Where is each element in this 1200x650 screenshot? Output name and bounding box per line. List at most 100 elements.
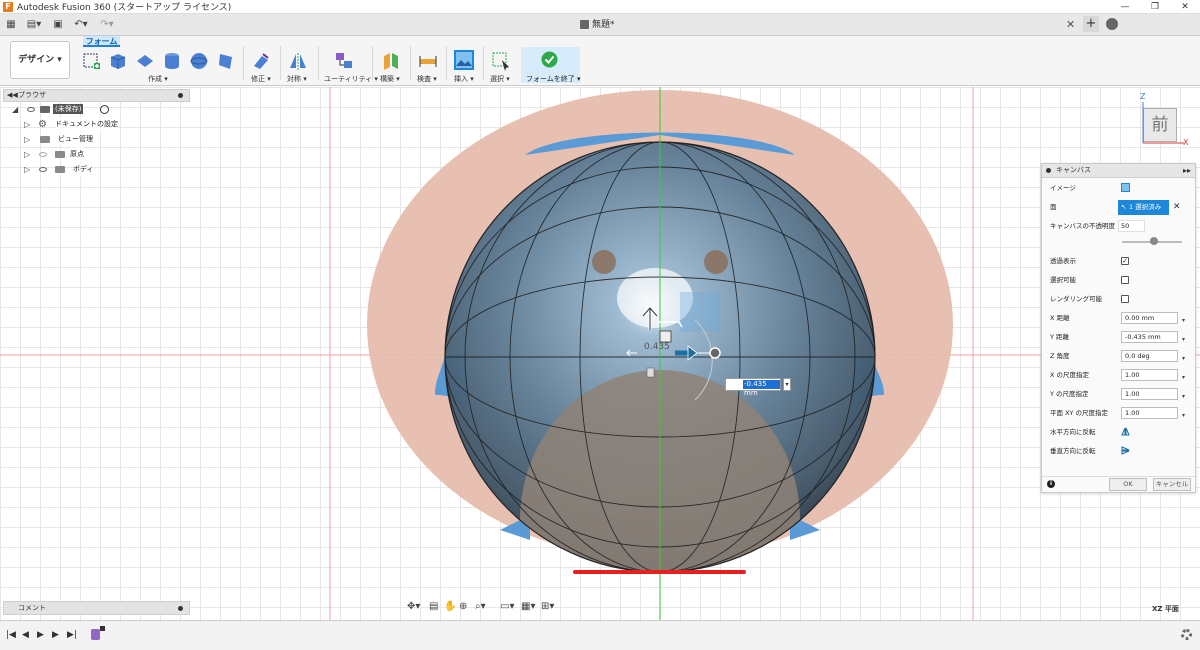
sphere-icon[interactable] xyxy=(189,51,209,71)
gear-icon[interactable] xyxy=(1181,629,1192,640)
create-group-label[interactable]: 作成 ▾ xyxy=(148,74,168,84)
pin-icon[interactable] xyxy=(1046,168,1051,173)
utility-group-label[interactable]: ユーティリティ ▾ xyxy=(324,74,378,84)
quadball-icon[interactable] xyxy=(216,51,236,71)
grid-icon[interactable]: ▦ xyxy=(5,18,17,32)
save-icon[interactable]: ▣ xyxy=(52,18,64,32)
pin-icon[interactable] xyxy=(178,606,183,611)
opacity-slider-thumb[interactable] xyxy=(1150,237,1158,245)
expand-icon[interactable]: ◢ xyxy=(12,102,18,117)
construct-group-label[interactable]: 構築 ▾ xyxy=(380,74,400,84)
play-button[interactable]: ▶ xyxy=(37,630,44,640)
expand-icon[interactable]: ▷ xyxy=(24,162,30,177)
maximize-button[interactable]: ❐ xyxy=(1140,0,1170,14)
window-title: Autodesk Fusion 360 (スタートアップ ライセンス) xyxy=(17,3,232,13)
fit-icon[interactable]: ⌕▾ xyxy=(475,601,486,612)
see-through-checkbox[interactable]: ✓ xyxy=(1121,257,1129,265)
canvas-dialog-header[interactable]: キャンバス ▸▸ xyxy=(1042,164,1195,178)
close-window-button[interactable]: ✕ xyxy=(1170,0,1200,14)
mirror-icon[interactable] xyxy=(288,51,308,71)
close-tab-button[interactable]: ✕ xyxy=(1066,18,1075,31)
pan-icon[interactable]: ✋ xyxy=(444,601,456,612)
edit-form-icon[interactable] xyxy=(251,51,271,71)
opacity-input[interactable]: 50 xyxy=(1118,220,1145,232)
clear-selection-button[interactable]: ✕ xyxy=(1173,198,1181,216)
dimension-input[interactable]: -0.435 mm xyxy=(725,378,781,397)
image-icon[interactable] xyxy=(1121,183,1130,192)
root-label[interactable]: (未保存) xyxy=(53,104,84,114)
document-tab[interactable]: 無題* xyxy=(560,17,1080,34)
insert-group-label[interactable]: 挿入 ▾ xyxy=(454,74,474,84)
measure-icon[interactable] xyxy=(418,51,438,71)
box-icon[interactable] xyxy=(108,51,128,71)
insert-canvas-icon[interactable] xyxy=(453,49,475,71)
redo-icon[interactable]: ↷▾ xyxy=(98,18,116,32)
face-selection[interactable]: ↖ 1 選択済み xyxy=(1118,200,1169,215)
zoom-icon[interactable]: ⊕ xyxy=(459,601,467,612)
workspace-switcher[interactable]: デザイン ▾ xyxy=(10,41,70,79)
modify-group-label[interactable]: 修正 ▾ xyxy=(251,74,271,84)
browser-item-document-settings[interactable]: ▷ ⚙ ドキュメントの設定 xyxy=(3,117,190,132)
visibility-icon[interactable] xyxy=(27,107,35,112)
symmetry-group-label[interactable]: 対称 ▾ xyxy=(287,74,307,84)
flip-vertical-icon[interactable] xyxy=(1121,446,1130,455)
dimension-dropdown[interactable]: ▾ xyxy=(783,378,791,391)
cancel-button[interactable]: キャンセル xyxy=(1153,478,1191,491)
last-frame-button[interactable]: ▶| xyxy=(67,630,77,640)
viewports-icon[interactable]: ⊞▾ xyxy=(541,601,554,612)
expand-icon[interactable]: ▷ xyxy=(24,147,30,162)
job-status-icon[interactable] xyxy=(1106,18,1118,30)
select-group-label[interactable]: 選択 ▾ xyxy=(490,74,510,84)
browser-item-bodies[interactable]: ▷ ボディ xyxy=(3,162,190,177)
tab-form[interactable]: フォーム xyxy=(83,36,120,47)
construct-icon[interactable] xyxy=(381,51,401,71)
previous-step-button[interactable]: ◀ xyxy=(22,630,29,640)
expand-icon[interactable]: ▷ xyxy=(24,117,30,132)
pin-icon[interactable] xyxy=(178,93,183,98)
grid-settings-icon[interactable]: ▦▾ xyxy=(521,601,535,612)
x-scale-input[interactable]: 1.00 xyxy=(1121,369,1178,381)
browser-header[interactable]: ◀◀ ブラウザ xyxy=(3,89,190,102)
undo-icon[interactable]: ↶▾ xyxy=(72,18,90,32)
form-feature-marker[interactable] xyxy=(91,629,100,640)
browser-item-origin[interactable]: ▷ 原点 xyxy=(3,147,190,162)
x-distance-input[interactable]: 0.00 mm xyxy=(1121,312,1178,324)
comment-panel[interactable]: コメント xyxy=(3,601,190,615)
info-icon[interactable]: i xyxy=(1047,480,1055,488)
visibility-icon[interactable] xyxy=(39,167,47,172)
first-frame-button[interactable]: |◀ xyxy=(6,630,16,640)
browser-item-named-views[interactable]: ▷ ビュー管理 xyxy=(3,132,190,147)
flip-horizontal-icon[interactable] xyxy=(1121,427,1130,436)
browser-root[interactable]: ◢ (未保存) xyxy=(3,102,190,117)
y-distance-input[interactable]: -0.435 mm xyxy=(1121,331,1178,343)
ok-button[interactable]: OK xyxy=(1109,478,1147,491)
expand-icon[interactable]: ▷ xyxy=(24,132,30,147)
hidden-icon[interactable] xyxy=(39,152,47,157)
render-checkbox[interactable] xyxy=(1121,295,1129,303)
look-at-icon[interactable]: ▤ xyxy=(429,601,438,612)
display-settings-icon[interactable]: ▭▾ xyxy=(500,601,514,612)
active-component-icon[interactable] xyxy=(100,105,109,114)
minimize-button[interactable]: — xyxy=(1110,0,1140,14)
cylinder-icon[interactable] xyxy=(162,51,182,71)
collapse-icon[interactable]: ◀◀ xyxy=(7,90,18,101)
utility-icon[interactable] xyxy=(334,51,354,71)
timeline-position-marker[interactable] xyxy=(100,626,105,631)
dimension-input-value[interactable]: -0.435 mm xyxy=(743,380,780,397)
file-icon[interactable]: ▤▾ xyxy=(25,18,43,32)
select-icon[interactable] xyxy=(491,51,511,71)
z-angle-input[interactable]: 0.0 deg xyxy=(1121,350,1178,362)
expand-icon[interactable]: ▸▸ xyxy=(1183,164,1191,177)
y-scale-input[interactable]: 1.00 xyxy=(1121,388,1178,400)
xy-scale-input[interactable]: 1.00 xyxy=(1121,407,1178,419)
create-sketch-icon[interactable] xyxy=(82,51,102,71)
orbit-icon[interactable]: ✥▾ xyxy=(407,601,420,612)
selectable-checkbox[interactable] xyxy=(1121,276,1129,284)
next-step-button[interactable]: ▶ xyxy=(52,630,59,640)
finish-form-button[interactable]: フォームを終了 ▾ xyxy=(521,47,581,83)
plane-icon[interactable] xyxy=(135,51,155,71)
inspect-group-label[interactable]: 検査 ▾ xyxy=(417,74,437,84)
new-tab-button[interactable]: + xyxy=(1083,16,1099,32)
title-bar: F Autodesk Fusion 360 (スタートアップ ライセンス) — … xyxy=(0,0,1200,14)
canvas-dialog-title: キャンバス xyxy=(1056,166,1091,174)
